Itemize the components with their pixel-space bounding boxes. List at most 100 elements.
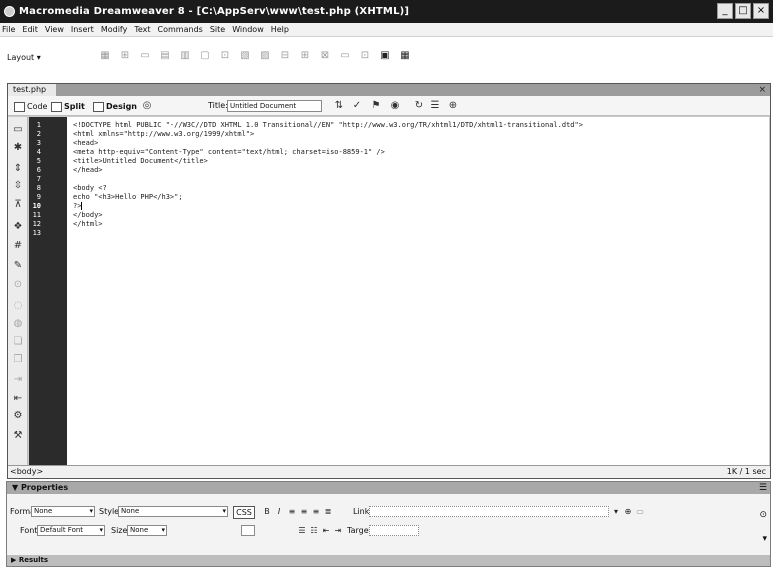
move-css-icon[interactable]: ⚒ xyxy=(11,429,25,443)
layout-table-icon[interactable]: ▤ xyxy=(158,49,172,63)
visual-aids-icon[interactable]: ⊕ xyxy=(446,99,460,113)
line-number: 5 xyxy=(36,157,41,165)
css-button[interactable]: CSS xyxy=(233,506,255,519)
frames-icon[interactable]: ⊡ xyxy=(358,49,372,63)
collapse-tag-icon[interactable]: ✱ xyxy=(11,141,25,155)
unordered-list-icon[interactable]: ☰ xyxy=(297,525,307,536)
bold-icon[interactable]: B xyxy=(262,506,272,517)
recent-snippets-icon[interactable]: ❐ xyxy=(11,353,25,367)
browse-folder-icon[interactable]: ▭ xyxy=(635,506,645,517)
apply-comment-icon[interactable]: ◌ xyxy=(11,299,25,313)
layout-cell-icon[interactable]: ▥ xyxy=(178,49,192,63)
menu-site[interactable]: Site xyxy=(210,25,225,34)
results-panel-bar[interactable]: ▶ Results xyxy=(7,555,770,566)
maximize-button[interactable]: □ xyxy=(735,3,751,19)
menu-commands[interactable]: Commands xyxy=(158,25,203,34)
text-color-swatch[interactable] xyxy=(241,525,255,536)
menu-file[interactable]: File xyxy=(2,25,15,34)
align-right-icon[interactable]: ≡ xyxy=(311,506,321,517)
ordered-list-icon[interactable]: ☷ xyxy=(309,525,319,536)
insert-row-above-icon[interactable]: ⊟ xyxy=(278,49,292,63)
close-button[interactable]: × xyxy=(753,3,769,19)
draw-layer-icon[interactable]: ▨ xyxy=(258,49,272,63)
tab-test-php[interactable]: test.php xyxy=(8,84,57,96)
font-select[interactable]: Default Font ▾ xyxy=(37,525,105,536)
line-number: 4 xyxy=(36,148,41,156)
italic-icon[interactable]: I xyxy=(274,506,284,517)
line-number: 12 xyxy=(32,220,41,228)
document-title-input[interactable]: Untitled Document xyxy=(227,100,322,112)
title-bar: Macromedia Dreamweaver 8 - [C:\AppServ\w… xyxy=(0,0,773,23)
target-select[interactable] xyxy=(369,525,419,536)
link-input[interactable] xyxy=(369,506,609,517)
expand-all-icon[interactable]: ⇳ xyxy=(11,179,25,193)
wrap-tag-icon[interactable]: ❏ xyxy=(11,335,25,349)
menu-window[interactable]: Window xyxy=(232,25,264,34)
iframe-icon[interactable]: ▭ xyxy=(338,49,352,63)
line-number: 1 xyxy=(36,121,41,129)
validate-icon[interactable]: ⚑ xyxy=(369,99,383,113)
insert-column-icon[interactable]: ⊠ xyxy=(318,49,332,63)
menu-insert[interactable]: Insert xyxy=(71,25,94,34)
coding-toolbar: ▭ ✱ ⇕ ⇳ ⊼ ❖ # ✎ ⊙ ◌ ◍ ❏ ❐ ⇥ ⇤ ⚙ ⚒ xyxy=(8,117,28,465)
expanded-mode-icon[interactable]: ⊡ xyxy=(218,49,232,63)
highlight-invalid-code-icon[interactable]: ✎ xyxy=(11,259,25,273)
select-parent-tag-icon[interactable]: ⊼ xyxy=(11,198,25,212)
split-view-button[interactable]: Split xyxy=(51,100,85,113)
help-icon[interactable]: ⊙ xyxy=(759,510,767,520)
tabular-data-icon[interactable]: ▦ xyxy=(398,49,412,63)
menu-help[interactable]: Help xyxy=(271,25,289,34)
refresh-design-icon[interactable]: ↻ xyxy=(412,99,426,113)
menu-text[interactable]: Text xyxy=(134,25,150,34)
format-select[interactable]: None ▾ xyxy=(31,506,95,517)
outdent-code-icon[interactable]: ⇤ xyxy=(11,392,25,406)
layer-icon[interactable]: ▭ xyxy=(138,49,152,63)
balance-braces-icon[interactable]: ❖ xyxy=(11,220,25,234)
align-left-icon[interactable]: ≡ xyxy=(287,506,297,517)
line-numbers-icon[interactable]: # xyxy=(11,239,25,253)
layout-mode-icon[interactable]: ▧ xyxy=(238,49,252,63)
format-source-icon[interactable]: ⚙ xyxy=(11,409,25,423)
open-documents-icon[interactable]: ▭ xyxy=(11,123,25,137)
status-bar: <body> 1K / 1 sec xyxy=(8,465,770,478)
frames-dropdown-icon[interactable]: ▣ xyxy=(378,49,392,63)
properties-panel-header[interactable]: ▼ Properties xyxy=(7,482,770,494)
menu-view[interactable]: View xyxy=(45,25,64,34)
expand-panel-icon[interactable]: ▾ xyxy=(762,534,767,544)
minimize-button[interactable]: _ xyxy=(717,3,733,19)
table-icon[interactable]: ▦ xyxy=(98,49,112,63)
preview-browser-icon[interactable]: ◉ xyxy=(388,99,402,113)
insert-row-below-icon[interactable]: ⊞ xyxy=(298,49,312,63)
standard-mode-icon[interactable]: ▢ xyxy=(198,49,212,63)
point-to-file-icon[interactable]: ⊕ xyxy=(623,506,633,517)
menu-edit[interactable]: Edit xyxy=(22,25,38,34)
panel-options-icon[interactable]: ☰ xyxy=(759,483,767,493)
code-editor[interactable]: <!DOCTYPE html PUBLIC "-//W3C//DTD XHTML… xyxy=(67,117,769,465)
window-controls: _ □ × xyxy=(717,3,769,19)
link-label: Link xyxy=(353,507,370,516)
indent-icon[interactable]: ⇥ xyxy=(333,525,343,536)
indent-code-icon[interactable]: ⇥ xyxy=(11,373,25,387)
justify-icon[interactable]: ≣ xyxy=(323,506,333,517)
div-tag-icon[interactable]: ⊞ xyxy=(118,49,132,63)
code-view-button[interactable]: Code xyxy=(14,100,47,113)
insert-category-dropdown[interactable]: Layout ▾ xyxy=(7,53,41,62)
view-options-icon[interactable]: ☰ xyxy=(428,99,442,113)
align-center-icon[interactable]: ≡ xyxy=(299,506,309,517)
tag-selector-body[interactable]: <body> xyxy=(10,467,43,476)
title-label: Title: xyxy=(208,101,228,110)
live-data-icon[interactable]: ◎ xyxy=(140,99,154,113)
menu-modify[interactable]: Modify xyxy=(101,25,128,34)
link-dropdown-icon[interactable]: ▾ xyxy=(611,506,621,517)
outdent-icon[interactable]: ⇤ xyxy=(321,525,331,536)
remove-comment-icon[interactable]: ◍ xyxy=(11,317,25,331)
file-management-icon[interactable]: ⇅ xyxy=(332,99,346,113)
style-select[interactable]: None ▾ xyxy=(118,506,228,517)
syntax-error-icon[interactable]: ⊙ xyxy=(11,278,25,292)
size-select[interactable]: None ▾ xyxy=(127,525,167,536)
close-document-icon[interactable]: × xyxy=(758,84,766,96)
browser-check-icon[interactable]: ✓ xyxy=(350,99,364,113)
collapse-selection-icon[interactable]: ⇕ xyxy=(11,162,25,176)
code-line: <body <? xyxy=(73,184,107,192)
design-view-button[interactable]: Design xyxy=(93,100,137,113)
